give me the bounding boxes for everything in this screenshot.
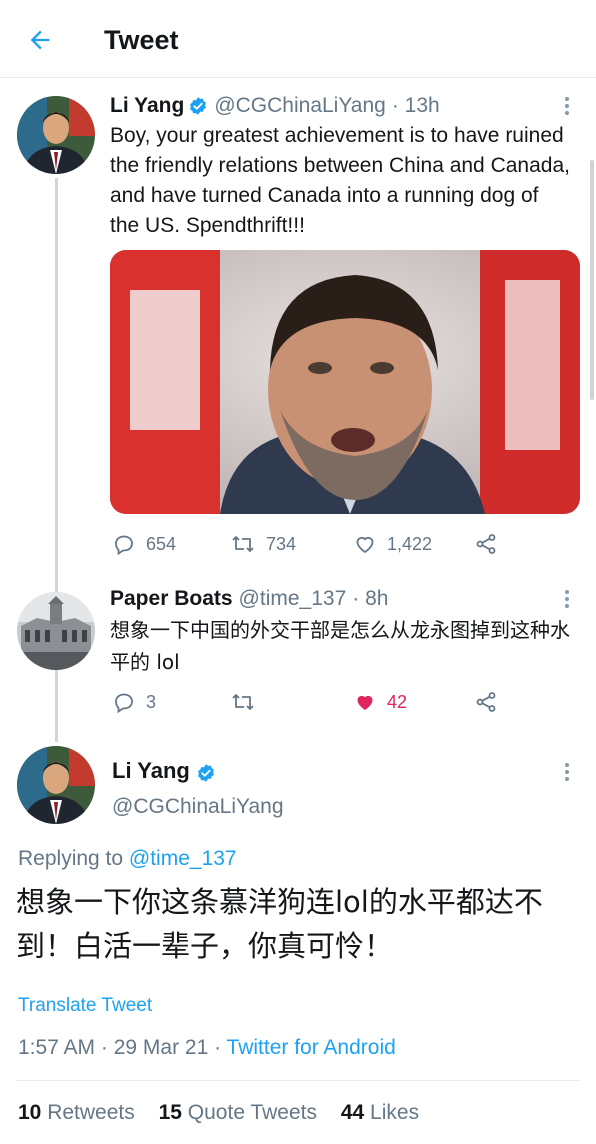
verified-badge-icon	[196, 761, 216, 782]
retweet-icon	[232, 694, 254, 710]
tweet-stats: 10 Retweets 15 Quote Tweets 44 Likes	[18, 1099, 437, 1127]
author-name-row[interactable]: Li Yang	[112, 756, 216, 786]
quote-tweets-stat[interactable]: 15 Quote Tweets	[159, 1101, 317, 1124]
reply-count: 3	[146, 691, 157, 712]
like-count: 1,422	[387, 533, 433, 554]
reply-button[interactable]: 3	[112, 687, 156, 717]
retweets-count: 10	[18, 1101, 42, 1124]
avatar[interactable]	[17, 96, 95, 174]
tweet-text: Boy, your greatest achievement is to hav…	[110, 124, 570, 237]
tweet-header: Li Yang @CGChinaLiYang · 13h	[110, 92, 440, 120]
page-title: Tweet	[104, 25, 179, 55]
share-icon	[476, 692, 496, 712]
retweet-count: 734	[266, 533, 297, 554]
author-name[interactable]: Li Yang	[112, 756, 190, 786]
more-options-icon[interactable]	[557, 758, 577, 786]
translate-tweet-link[interactable]: Translate Tweet	[18, 993, 152, 1019]
likes-label: Likes	[370, 1101, 420, 1124]
top-bar: Tweet	[0, 0, 596, 78]
tweet-text: 想象一下你这条慕洋狗连lol的水平都达不到！白活一辈子，你真可怜！	[16, 885, 543, 963]
like-count: 42	[387, 691, 408, 712]
author-handle[interactable]: @CGChinaLiYang	[112, 793, 284, 821]
retweets-stat[interactable]: 10 Retweets	[18, 1101, 135, 1124]
like-button[interactable]: 1,422	[353, 529, 432, 559]
thread-line	[55, 670, 58, 742]
avatar[interactable]	[17, 592, 95, 670]
reply-button[interactable]: 654	[112, 529, 176, 559]
tweet-actions: 3 42	[110, 687, 580, 717]
quotes-label: Quote Tweets	[187, 1101, 317, 1124]
scrollbar[interactable]	[590, 160, 594, 400]
back-arrow-icon[interactable]	[22, 22, 58, 58]
share-icon	[476, 534, 496, 554]
tweet-timestamp: 1:57 AM · 29 Mar 21 ·	[18, 1036, 227, 1059]
tweet-meta: 1:57 AM · 29 Mar 21 · Twitter for Androi…	[18, 1034, 396, 1062]
author-handle[interactable]: @CGChinaLiYang	[214, 92, 386, 120]
reply-icon	[115, 693, 133, 714]
replying-to: Replying to @time_137	[18, 845, 237, 873]
tweet-text: 想象一下中国的外交干部是怎么从龙永图掉到这种水平的 lol	[110, 618, 570, 674]
share-button[interactable]	[474, 687, 498, 717]
author-name[interactable]: Paper Boats	[110, 585, 233, 613]
retweet-button[interactable]: 734	[230, 529, 296, 559]
divider	[16, 1080, 580, 1081]
replying-to-link[interactable]: @time_137	[129, 847, 237, 870]
avatar[interactable]	[17, 746, 95, 824]
likes-count: 44	[340, 1101, 365, 1124]
like-button[interactable]: 42	[353, 687, 407, 717]
retweet-icon	[232, 536, 254, 552]
tweet-actions: 654 734 1,422	[110, 529, 580, 559]
heart-icon	[356, 536, 374, 554]
reply-count: 654	[146, 533, 177, 554]
more-options-icon[interactable]	[557, 92, 577, 120]
replying-prefix: Replying to	[18, 847, 124, 870]
retweet-button[interactable]	[230, 687, 266, 717]
tweet-client-link[interactable]: Twitter for Android	[227, 1036, 396, 1059]
tweet-time: · 8h	[352, 587, 389, 610]
heart-filled-icon	[357, 695, 373, 710]
share-button[interactable]	[474, 529, 498, 559]
more-options-icon[interactable]	[557, 585, 577, 613]
thread-line	[55, 178, 58, 592]
author-name[interactable]: Li Yang	[110, 92, 184, 120]
author-handle[interactable]: @time_137	[239, 585, 347, 613]
tweet-header: Paper Boats @time_137 · 8h	[110, 585, 388, 613]
likes-stat[interactable]: 44 Likes	[341, 1101, 419, 1124]
quotes-count: 15	[158, 1101, 182, 1124]
tweet-time: · 13h	[391, 94, 440, 117]
verified-badge-icon	[188, 96, 208, 116]
tweet-image[interactable]	[110, 250, 580, 514]
retweets-label: Retweets	[47, 1101, 135, 1124]
reply-icon	[115, 535, 133, 556]
